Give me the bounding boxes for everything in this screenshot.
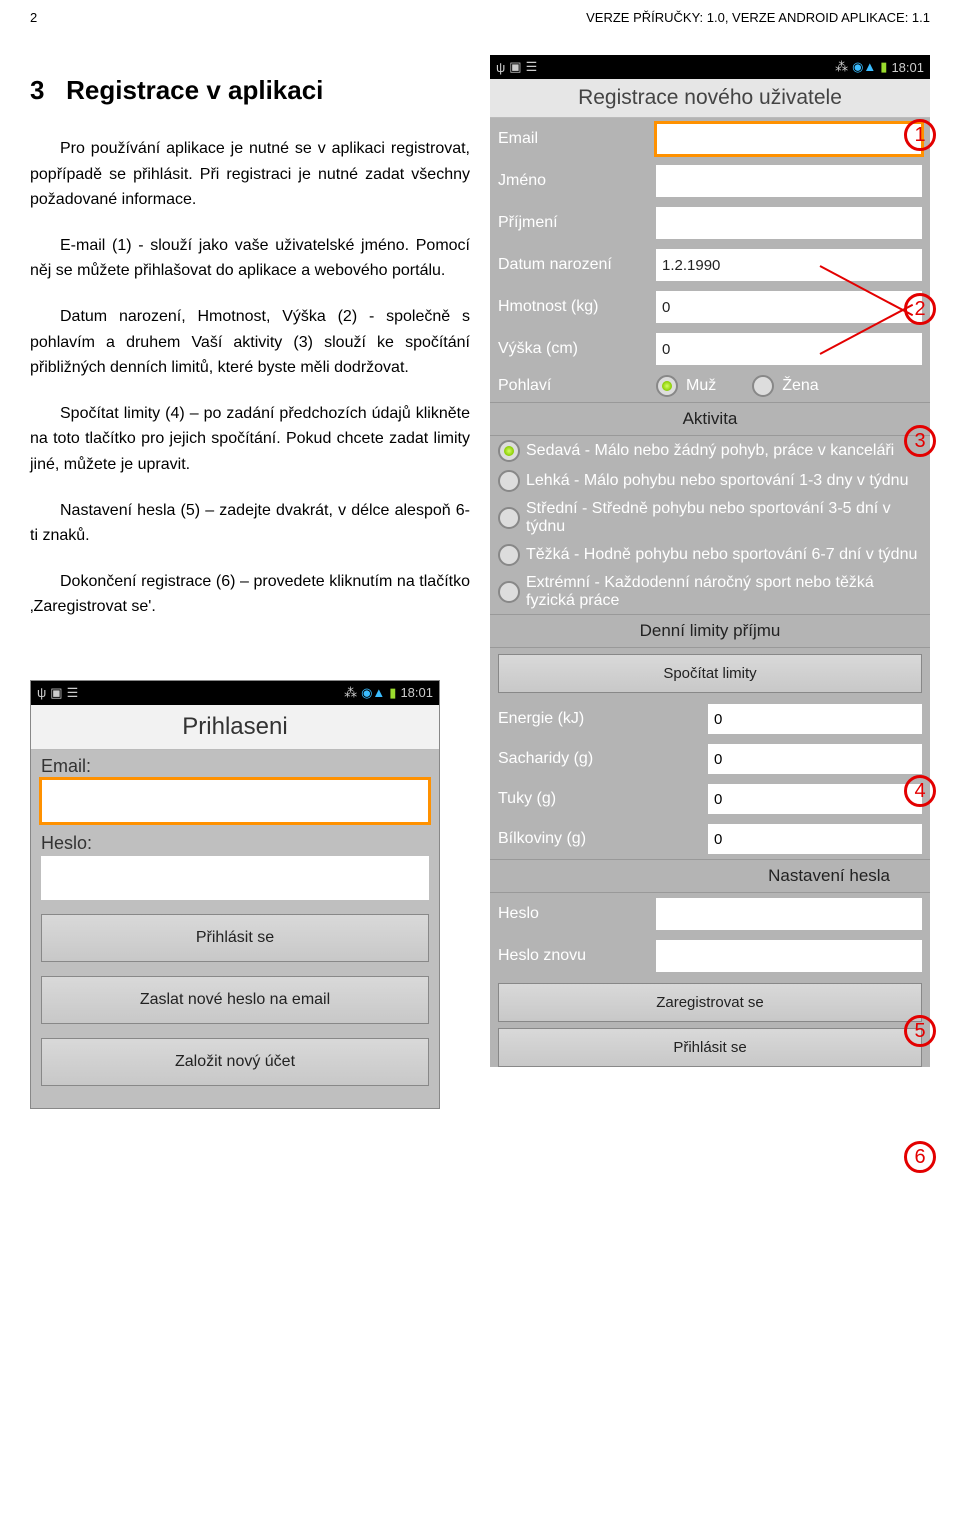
radio-act5[interactable] [498, 581, 520, 603]
bilkoviny-label: Bílkoviny (g) [498, 830, 708, 848]
paragraph-1: Pro používání aplikace je nutné se v apl… [30, 136, 470, 213]
usb-icon: ψ [496, 60, 505, 75]
energie-input[interactable] [708, 704, 922, 734]
prijmeni-label: Příjmení [498, 214, 648, 232]
usb-icon: ψ [37, 685, 46, 700]
jmeno-label: Jméno [498, 172, 648, 190]
jmeno-input[interactable] [656, 165, 922, 197]
section-heading: 3 Registrace v aplikaci [30, 75, 470, 106]
prihlasit-button[interactable]: Přihlásit se [498, 1028, 922, 1067]
heslo-znovu-input[interactable] [656, 940, 922, 972]
login-submit-button[interactable]: Přihlásit se [41, 914, 429, 962]
vyska-input[interactable] [656, 333, 922, 365]
annotation-1: 1 [904, 119, 936, 151]
radio-act5-label: Extrémní - Každodenní náročný sport nebo… [526, 574, 922, 610]
heslo-header: Nastavení hesla [490, 859, 930, 893]
radio-act3[interactable] [498, 507, 520, 529]
paragraph-3: Datum narození, Hmotnost, Výška (2) - sp… [30, 304, 470, 381]
annotation-3: 3 [904, 425, 936, 457]
radio-muz[interactable] [656, 375, 678, 397]
vyska-label: Výška (cm) [498, 340, 648, 358]
radio-act4[interactable] [498, 544, 520, 566]
face-icon: ▣ [50, 685, 62, 701]
radio-act1-label: Sedavá - Málo nebo žádný pohyb, práce v … [526, 442, 894, 460]
paragraph-2: E-mail (1) - slouží jako vaše uživatelsk… [30, 233, 470, 284]
limits-header: Denní limity příjmu [490, 614, 930, 648]
wifi-icon: ◉▲ [361, 685, 385, 701]
heslo-label: Heslo [498, 905, 648, 923]
email-input[interactable] [656, 123, 922, 155]
login-newacc-button[interactable]: Založit nový účet [41, 1038, 429, 1086]
datum-label: Datum narození [498, 256, 648, 274]
battery-icon: ▮ [880, 59, 887, 75]
radio-act2-label: Lehká - Málo pohybu nebo sportování 1-3 … [526, 472, 908, 490]
radio-act1[interactable] [498, 440, 520, 462]
radio-muz-label: Muž [686, 377, 716, 395]
battery-icon: ▮ [389, 685, 396, 701]
bluetooth-icon: ⁂ [344, 685, 357, 701]
login-newpw-button[interactable]: Zaslat nové heslo na email [41, 976, 429, 1024]
annotation-4: 4 [904, 775, 936, 807]
android-icon: ☰ [67, 685, 79, 701]
paragraph-4: Spočítat limity (4) – po zadání předchoz… [30, 401, 470, 478]
tuky-label: Tuky (g) [498, 790, 708, 808]
wifi-icon: ◉▲ [852, 59, 876, 75]
sacharidy-input[interactable] [708, 744, 922, 774]
annotation-5: 5 [904, 1015, 936, 1047]
login-heslo-input[interactable] [41, 856, 429, 900]
paragraph-5: Nastavení hesla (5) – zadejte dvakrát, v… [30, 498, 470, 549]
status-bar: ψ ▣ ☰ ⁂ ◉▲ ▮ 18:01 [31, 681, 439, 705]
annotation-2: 2 [904, 293, 936, 325]
paragraph-6: Dokončení registrace (6) – provedete kli… [30, 569, 470, 620]
face-icon: ▣ [509, 59, 521, 75]
energie-label: Energie (kJ) [498, 710, 708, 728]
annotation-6: 6 [904, 1141, 936, 1173]
tuky-input[interactable] [708, 784, 922, 814]
bluetooth-icon: ⁂ [835, 59, 848, 75]
android-icon: ☰ [526, 59, 538, 75]
reg-title: Registrace nového uživatele [490, 79, 930, 118]
email-label: Email [498, 130, 648, 148]
hmotnost-input[interactable] [656, 291, 922, 323]
login-title: Prihlaseni [31, 705, 439, 750]
aktivita-header: Aktivita [490, 402, 930, 436]
heslo-znovu-label: Heslo znovu [498, 947, 648, 965]
pohlavi-label: Pohlaví [498, 377, 648, 395]
zaregistrovat-button[interactable]: Zaregistrovat se [498, 983, 922, 1022]
radio-act4-label: Těžká - Hodně pohybu nebo sportování 6-7… [526, 546, 917, 564]
heslo-input[interactable] [656, 898, 922, 930]
header-version: VERZE PŘÍRUČKY: 1.0, VERZE ANDROID APLIK… [586, 10, 930, 25]
status-bar: ψ ▣ ☰ ⁂ ◉▲ ▮ 18:01 [490, 55, 930, 79]
radio-zena-label: Žena [782, 377, 818, 395]
radio-zena[interactable] [752, 375, 774, 397]
status-time: 18:01 [400, 685, 433, 700]
datum-input[interactable] [656, 249, 922, 281]
page-header: 2 VERZE PŘÍRUČKY: 1.0, VERZE ANDROID APL… [30, 10, 930, 25]
bilkoviny-input[interactable] [708, 824, 922, 854]
radio-act2[interactable] [498, 470, 520, 492]
login-email-input[interactable] [41, 779, 429, 823]
spocitat-limity-button[interactable]: Spočítat limity [498, 654, 922, 693]
sacharidy-label: Sacharidy (g) [498, 750, 708, 768]
login-email-label: Email: [31, 750, 439, 779]
registration-screenshot: ψ ▣ ☰ ⁂ ◉▲ ▮ 18:01 Registrace nového uži… [490, 55, 930, 1109]
radio-act3-label: Střední - Středně pohybu nebo sportování… [526, 500, 922, 536]
login-heslo-label: Heslo: [31, 827, 439, 856]
hmotnost-label: Hmotnost (kg) [498, 298, 648, 316]
prijmeni-input[interactable] [656, 207, 922, 239]
page-number: 2 [30, 10, 37, 25]
login-screenshot: ψ ▣ ☰ ⁂ ◉▲ ▮ 18:01 Prihlaseni Email: H [30, 680, 440, 1109]
status-time: 18:01 [891, 60, 924, 75]
